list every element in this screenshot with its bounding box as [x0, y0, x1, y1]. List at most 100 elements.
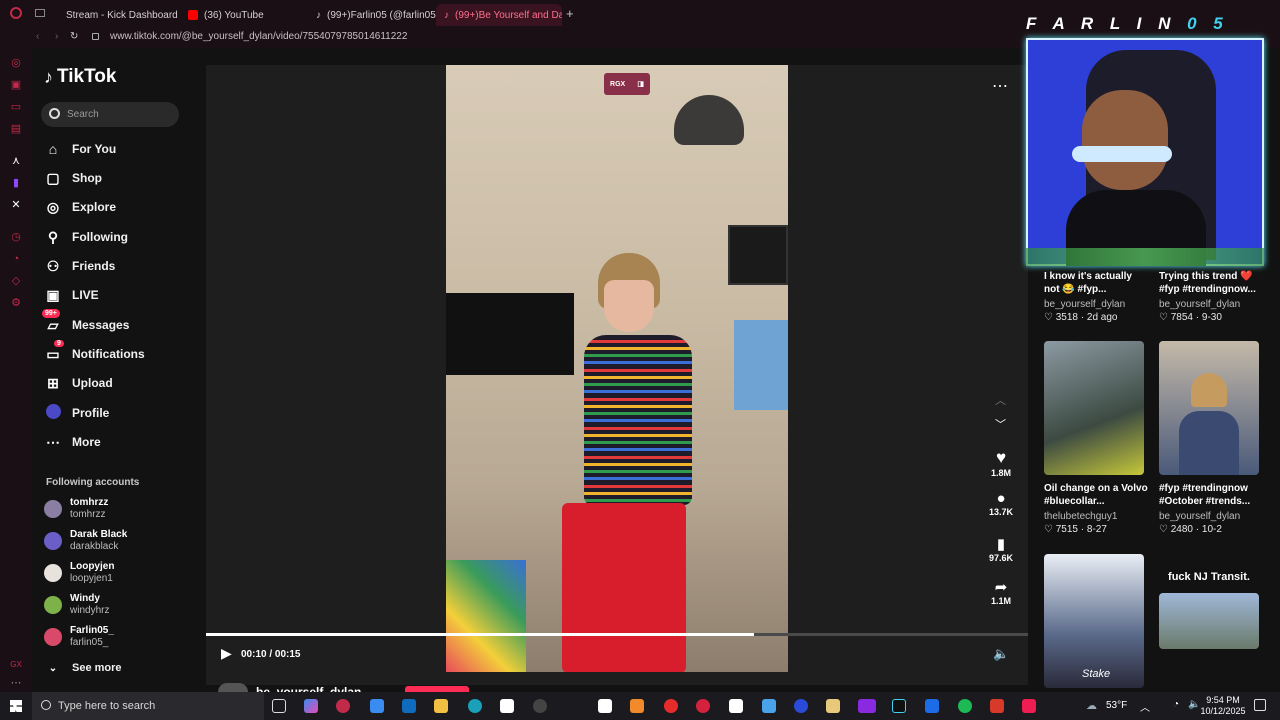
- bookmark-button[interactable]: ▮ 97.6K: [982, 535, 1020, 563]
- recommended-thumbnail[interactable]: [1159, 593, 1259, 649]
- nav-for-you[interactable]: ⌂ For You: [44, 137, 116, 161]
- photos-icon[interactable]: [762, 699, 776, 713]
- reload-icon[interactable]: ↻: [70, 31, 78, 42]
- video-progress-track[interactable]: [206, 633, 1028, 636]
- nav-friends[interactable]: ⚇ Friends: [44, 254, 116, 278]
- tray-chevron-up-icon[interactable]: ︿: [1140, 699, 1150, 714]
- nav-explore[interactable]: ◎ Explore: [44, 195, 116, 219]
- tab-tiktok-active[interactable]: ♪ (99+)Be Yourself and Dan: [436, 4, 562, 26]
- app-sun-icon[interactable]: [826, 699, 840, 713]
- back-icon[interactable]: ‹: [36, 31, 39, 42]
- tab-youtube[interactable]: (36) YouTube: [180, 4, 308, 26]
- following-account-item[interactable]: Windy windyhrz: [44, 591, 109, 619]
- next-video-chevron-down-icon[interactable]: ﹀: [995, 416, 1006, 432]
- tab-tiktok-farlin[interactable]: ♪ (99+)Farlin05 (@farlin05: [308, 4, 436, 26]
- taskbar-search-input[interactable]: Type here to search: [32, 692, 264, 720]
- new-tab-button[interactable]: +: [566, 6, 574, 21]
- avatar: [44, 628, 62, 646]
- youtube-taskbar-icon[interactable]: [664, 699, 678, 713]
- obs-icon[interactable]: [533, 699, 547, 713]
- capcut-alt-icon[interactable]: [598, 699, 612, 713]
- rail-gx-icon[interactable]: GX: [9, 658, 23, 672]
- more-options-icon[interactable]: ⋯: [992, 76, 1008, 96]
- rail-mail-icon[interactable]: ▤: [9, 122, 23, 136]
- play-button[interactable]: ▶: [221, 645, 232, 662]
- recommended-card[interactable]: Trying this trend ❤️ #fyp #trendingnow..…: [1159, 270, 1267, 324]
- store-icon[interactable]: [370, 699, 384, 713]
- url-field[interactable]: www.tiktok.com/@be_yourself_dylan/video/…: [110, 31, 407, 42]
- volume-tray-icon[interactable]: 🔈: [1188, 699, 1200, 710]
- previous-video-chevron-up-icon[interactable]: ︿: [995, 392, 1006, 408]
- app-blue-circle-icon[interactable]: [794, 699, 808, 713]
- following-icon: ⚲: [47, 228, 59, 245]
- rail-history-icon[interactable]: ◷: [9, 230, 23, 244]
- task-view-icon[interactable]: [272, 699, 286, 713]
- see-more-button[interactable]: ⌄ See more: [44, 656, 122, 680]
- volume-icon[interactable]: 🔈: [993, 646, 1009, 662]
- video-player[interactable]: RGX ◨: [446, 65, 788, 672]
- nav-messages[interactable]: ▱ 99+ Messages: [42, 308, 129, 337]
- app-red-icon[interactable]: [990, 699, 1004, 713]
- capcut-icon[interactable]: [500, 699, 514, 713]
- nav-profile[interactable]: Profile: [44, 401, 109, 425]
- tiktok-logo[interactable]: ♪ TikTok: [44, 66, 116, 88]
- forward-icon[interactable]: ›: [55, 31, 58, 42]
- chevron-down-icon: ⌄: [48, 662, 58, 674]
- recommended-thumbnail[interactable]: [1044, 341, 1144, 475]
- rail-settings-icon[interactable]: ⚙: [9, 296, 23, 310]
- tab-kick-dashboard[interactable]: Stream - Kick Dashboard: [52, 4, 180, 26]
- rail-messenger-icon[interactable]: ◎: [9, 56, 23, 70]
- comment-button[interactable]: ● 13.7K: [982, 490, 1020, 517]
- edge-icon[interactable]: [468, 699, 482, 713]
- rail-x-icon[interactable]: ✕: [9, 198, 23, 212]
- recommended-card[interactable]: fuck NJ Transit.: [1159, 571, 1259, 583]
- opera-taskbar-icon[interactable]: [696, 699, 710, 713]
- capcut-third-icon[interactable]: [729, 699, 743, 713]
- nzxt-icon[interactable]: [858, 699, 876, 713]
- spotify-icon[interactable]: [958, 699, 972, 713]
- nav-following[interactable]: ⚲ Following: [44, 225, 128, 249]
- recommended-card[interactable]: #fyp #trendingnow #October #trends... be…: [1159, 482, 1269, 536]
- file-explorer-icon[interactable]: [434, 699, 448, 713]
- clock[interactable]: 9:54 PM 10/12/2025: [1200, 695, 1246, 717]
- rail-twitch-icon[interactable]: ▮: [9, 176, 23, 190]
- nav-more[interactable]: ⋯ More: [44, 430, 101, 454]
- rail-arrow-icon[interactable]: ⋏: [9, 154, 23, 168]
- outlook-icon[interactable]: [402, 699, 416, 713]
- following-account-item[interactable]: Loopyjen loopyjen1: [44, 559, 114, 587]
- messages-badge: 99+: [42, 308, 60, 318]
- rail-cube-icon[interactable]: ◇: [9, 274, 23, 288]
- rail-clock-icon[interactable]: ◔: [9, 252, 23, 266]
- author-name[interactable]: be_yourself_dylan: [256, 684, 361, 692]
- browser-logo-icon[interactable]: [10, 7, 22, 19]
- recommended-thumbnail[interactable]: [1159, 341, 1259, 475]
- following-account-item[interactable]: tomhrzz tomhrzz: [44, 495, 108, 523]
- notification-center-icon[interactable]: [1254, 699, 1266, 711]
- app-orange-icon[interactable]: [630, 699, 644, 713]
- recommended-thumbnail[interactable]: Stake: [1044, 554, 1144, 688]
- copilot-icon[interactable]: [304, 699, 318, 713]
- recommended-card[interactable]: I know it's actually not 😂 #fyp... be_yo…: [1044, 270, 1150, 324]
- windows-start-icon[interactable]: [10, 700, 22, 712]
- app-blue-icon[interactable]: [925, 699, 939, 713]
- tab-list-icon[interactable]: [35, 9, 45, 17]
- rail-chat-icon[interactable]: ▭: [9, 100, 23, 114]
- recommended-card[interactable]: Oil change on a Volvo #bluecollar... the…: [1044, 482, 1150, 536]
- network-icon[interactable]: ◔: [1173, 699, 1179, 710]
- app-dark-icon[interactable]: [892, 699, 906, 713]
- share-button[interactable]: ➦ 1.1M: [982, 578, 1020, 606]
- nav-notifications[interactable]: ▭ 9 Notifications: [44, 339, 145, 366]
- nav-shop[interactable]: ▢ Shop: [44, 166, 102, 190]
- weather-temp[interactable]: 53°F: [1106, 700, 1127, 711]
- rail-bag-icon[interactable]: ▣: [9, 78, 23, 92]
- following-account-item[interactable]: Darak Black darakblack: [44, 527, 127, 555]
- author-avatar[interactable]: [218, 683, 248, 692]
- search-input[interactable]: Search: [41, 102, 179, 127]
- rail-more-icon[interactable]: ⋯: [9, 676, 23, 690]
- like-button[interactable]: ♥ 1.8M: [982, 448, 1020, 478]
- nav-upload[interactable]: ⊞ Upload: [44, 371, 113, 395]
- tiktok-taskbar-icon[interactable]: [1022, 699, 1036, 713]
- following-account-item[interactable]: Farlin05_ farlin05_: [44, 623, 114, 651]
- opera-gx-taskbar-icon[interactable]: [336, 699, 350, 713]
- nav-live[interactable]: ▣ LIVE: [44, 283, 98, 307]
